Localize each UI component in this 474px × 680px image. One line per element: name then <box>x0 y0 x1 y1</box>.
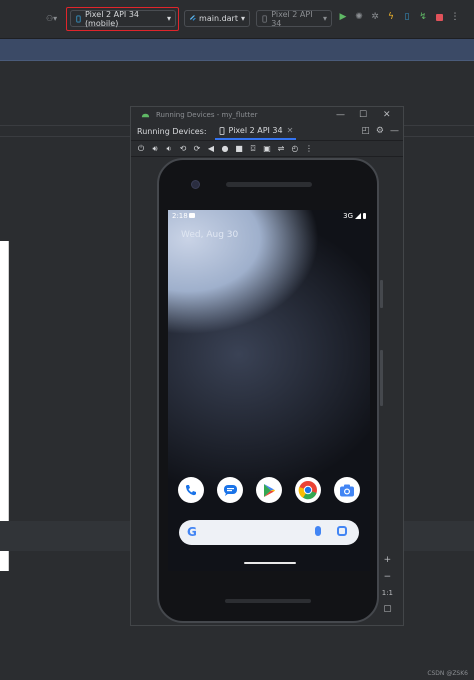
volume-up-icon[interactable]: 🔊︎ <box>151 144 159 154</box>
rotate-right-icon[interactable]: ⟳ <box>193 144 201 153</box>
device-tabs: Running Devices: Pixel 2 API 34 ✕ ◰ ⚙ — <box>131 123 403 141</box>
status-bar: 2:18 3G <box>168 210 370 222</box>
mirror-icon[interactable]: ⇌ <box>277 144 285 153</box>
status-icons: 3G <box>343 212 366 220</box>
attach-icon[interactable]: ↯ <box>418 12 428 22</box>
maximize-icon[interactable]: ☐ <box>359 110 367 120</box>
watermark: CSDN @ZSK6 <box>427 670 468 677</box>
tab-actions: ◰ ⚙ — <box>361 126 399 136</box>
gear-icon[interactable]: ⚙ <box>376 126 384 136</box>
chrome-icon[interactable] <box>295 477 321 503</box>
messages-app-icon[interactable] <box>217 477 243 503</box>
earpiece <box>226 182 312 187</box>
lens-icon[interactable] <box>337 526 347 536</box>
close-icon[interactable]: ✕ <box>383 110 391 120</box>
running-devices-window: Running Devices - my_flutter — ☐ ✕ Runni… <box>130 106 404 626</box>
run-actions: ▶ ✺ ✲ ϟ ▯ ↯ ⋮ <box>338 12 460 22</box>
zoom-tools: + − 1:1 ▢ <box>382 555 393 614</box>
window-titlebar[interactable]: Running Devices - my_flutter — ☐ ✕ <box>131 107 403 123</box>
overview-icon[interactable]: ■ <box>235 144 243 153</box>
front-camera <box>191 180 200 189</box>
device-screen[interactable]: 2:18 3G Wed, Aug 30 G <box>168 210 370 571</box>
back-icon[interactable]: ◀ <box>207 144 215 153</box>
stop-icon[interactable] <box>434 12 444 22</box>
bottom-speaker <box>225 599 311 603</box>
battery-icon <box>363 213 366 219</box>
chevron-down-icon: ▾ <box>322 14 327 23</box>
running-devices-label: Running Devices: <box>137 127 207 136</box>
volume-down-icon[interactable]: 🔉︎ <box>165 144 173 154</box>
close-icon[interactable]: ✕ <box>287 126 294 135</box>
network-type: 3G <box>343 212 353 220</box>
hot-reload-icon[interactable]: ϟ <box>386 12 396 22</box>
tab-pixel-2-api-34[interactable]: Pixel 2 API 34 ✕ <box>214 123 297 140</box>
notification-icon <box>189 213 195 218</box>
home-icon[interactable]: ● <box>221 144 229 153</box>
settings-icon[interactable]: ✲ <box>370 12 380 22</box>
power-icon[interactable]: ⏻ <box>137 144 145 154</box>
zoom-in-button[interactable]: + <box>384 555 392 565</box>
status-time: 2:18 <box>172 212 188 220</box>
fit-screen-icon[interactable]: ▢ <box>383 604 392 614</box>
hide-icon[interactable]: — <box>390 126 399 136</box>
window-title: Running Devices - my_flutter <box>156 111 258 119</box>
device-controls: ⏻ 🔊︎ 🔉︎ ⟲ ⟳ ◀ ● ■ ⌼ ▣ ⇌ ◴ ⋮ <box>131 141 403 157</box>
android-icon <box>141 113 150 117</box>
actual-size-button[interactable]: 1:1 <box>382 589 393 597</box>
editor-tab-strip <box>0 39 474 61</box>
phone-frame: 2:18 3G Wed, Aug 30 G <box>157 158 383 623</box>
app-dock <box>178 477 360 505</box>
phone-app-icon[interactable] <box>178 477 204 503</box>
secondary-device-selector[interactable]: Pixel 2 API 34 ▾ <box>256 9 332 28</box>
more-icon[interactable]: ⋮ <box>450 12 460 22</box>
layout-icon[interactable]: ◰ <box>361 126 370 136</box>
device-tab-label: Pixel 2 API 34 <box>228 126 283 135</box>
google-logo-icon: G <box>187 525 197 539</box>
red-highlight-box <box>66 7 179 31</box>
minimize-icon[interactable]: — <box>336 110 345 120</box>
screenshot-icon[interactable]: ⌼ <box>249 144 257 154</box>
vcs-icon[interactable]: ⚇▾ <box>46 10 57 27</box>
flutter-icon <box>189 14 197 21</box>
run-icon[interactable]: ▶ <box>338 12 348 22</box>
zoom-out-button[interactable]: − <box>384 572 392 582</box>
phone-device-icon <box>219 126 225 135</box>
chevron-down-icon: ▾ <box>240 14 245 23</box>
more-icon[interactable]: ⋮ <box>305 144 313 153</box>
signal-icon <box>355 213 361 219</box>
run-config-selector[interactable]: main.dart ▾ <box>184 10 250 27</box>
gesture-nav-handle[interactable] <box>244 562 296 564</box>
google-search-bar[interactable]: G <box>179 520 359 545</box>
run-config-label: main.dart <box>199 14 238 23</box>
snapshot-icon[interactable]: ◴ <box>291 144 299 153</box>
debug-icon[interactable]: ✺ <box>354 12 364 22</box>
mic-icon[interactable] <box>315 526 321 536</box>
home-date: Wed, Aug 30 <box>181 230 239 240</box>
device-icon[interactable]: ▯ <box>402 12 412 22</box>
phone-device-icon <box>262 14 267 23</box>
camera-app-icon[interactable] <box>334 477 360 503</box>
play-store-icon[interactable] <box>256 477 282 503</box>
rotate-left-icon[interactable]: ⟲ <box>179 144 187 153</box>
secondary-device-label: Pixel 2 API 34 <box>271 9 313 28</box>
ide-toolbar: ⚇▾ Pixel 2 API 34 (mobile) ▾ main.dart ▾… <box>0 0 474 39</box>
volume-button[interactable] <box>380 350 383 406</box>
screen-record-icon[interactable]: ▣ <box>263 144 271 153</box>
power-button[interactable] <box>380 280 383 308</box>
